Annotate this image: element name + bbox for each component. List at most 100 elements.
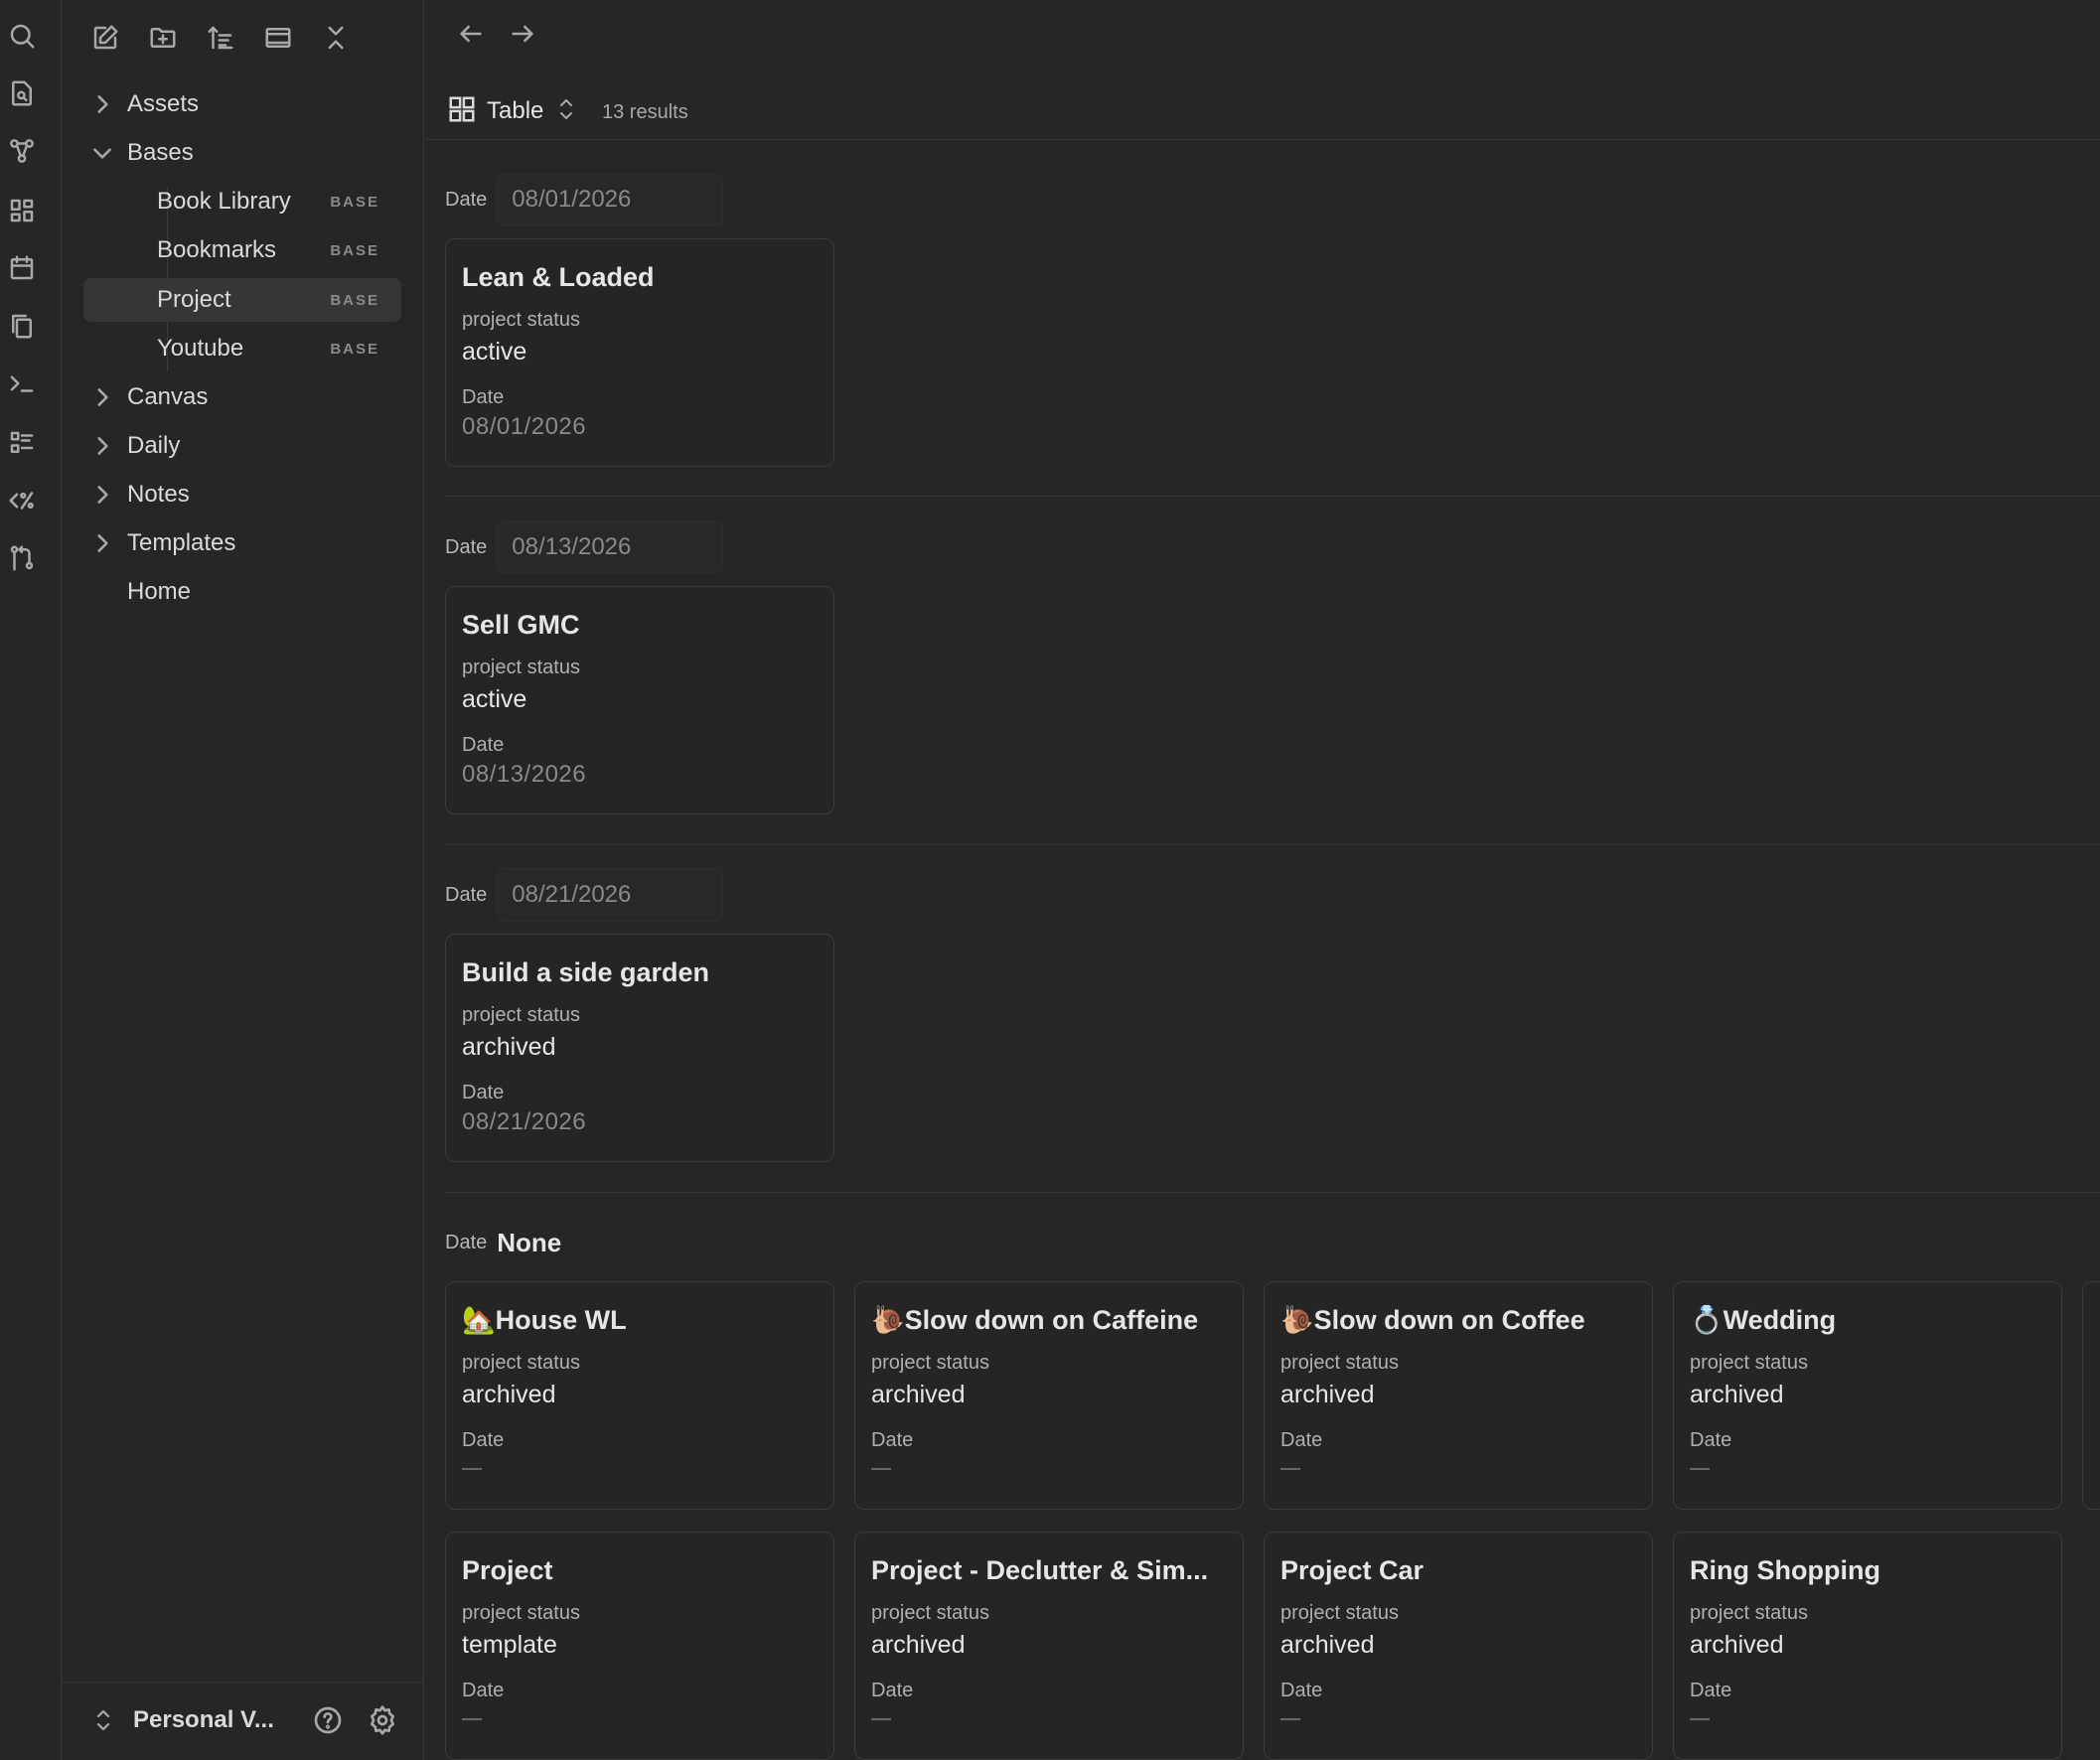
- templater-icon[interactable]: [4, 483, 40, 518]
- group-key: Date: [445, 1231, 488, 1253]
- empty-date-dash: [462, 1718, 482, 1720]
- status-value: template: [462, 1631, 557, 1659]
- search-icon[interactable]: [4, 18, 40, 54]
- prop-label: project status: [1690, 1602, 1808, 1624]
- folder-canvas[interactable]: Canvas: [81, 375, 401, 419]
- empty-date-dash: [871, 1718, 891, 1720]
- card-project-declutter[interactable]: Project - Declutter & Sim... project sta…: [854, 1532, 1244, 1760]
- folder-assets[interactable]: Assets: [81, 82, 401, 126]
- card-title: 🐌Slow down on Caffeine: [871, 1305, 1199, 1335]
- card-house-wl[interactable]: 🏡House WL project status archived Date: [445, 1281, 834, 1510]
- vault-switcher[interactable]: Personal V...: [133, 1706, 274, 1734]
- date-value: 08/21/2026: [462, 1108, 587, 1135]
- empty-date-dash: [1690, 1468, 1710, 1470]
- calendar-icon[interactable]: [4, 250, 40, 286]
- folder-label: Templates: [127, 529, 236, 556]
- folder-label: Assets: [127, 90, 200, 117]
- status-value: archived: [1690, 1631, 1784, 1659]
- card-project[interactable]: Project project status template Date: [445, 1532, 834, 1760]
- status-value: active: [462, 685, 527, 713]
- folder-label: Notes: [127, 481, 190, 508]
- settings-gear-icon[interactable]: [367, 1704, 400, 1738]
- card-build-side-garden[interactable]: Build a side garden project status archi…: [445, 934, 834, 1162]
- status-value: archived: [1280, 1631, 1375, 1659]
- base-badge: BASE: [330, 340, 379, 358]
- base-badge: BASE: [330, 291, 379, 309]
- group-key: Date: [445, 188, 488, 211]
- group-header: Date 08/01/2026: [445, 173, 724, 226]
- file-youtube[interactable]: Youtube BASE: [83, 327, 401, 370]
- card-title: Ring Shopping: [1690, 1555, 1880, 1585]
- ribbon: [0, 0, 62, 1760]
- chevron-down-icon: [89, 140, 115, 166]
- prop-label: project status: [1690, 1352, 1808, 1374]
- empty-date-dash: [871, 1468, 891, 1470]
- sort-icon[interactable]: [199, 16, 242, 60]
- new-folder-icon[interactable]: [141, 16, 185, 60]
- chevron-updown-icon[interactable]: [91, 1706, 115, 1739]
- date-value: 08/13/2026: [462, 761, 587, 788]
- prop-label: project status: [1280, 1352, 1399, 1374]
- folder-templates[interactable]: Templates: [81, 521, 401, 565]
- back-arrow-icon[interactable]: [451, 14, 491, 54]
- status-value: archived: [462, 1381, 556, 1408]
- folder-label: Daily: [127, 432, 181, 459]
- card-lean-loaded[interactable]: Lean & Loaded project status active Date…: [445, 238, 834, 467]
- card-partial-offscreen[interactable]: [2082, 1281, 2100, 1510]
- base-badge: BASE: [330, 241, 379, 259]
- card-title: 💍Wedding: [1690, 1305, 1837, 1335]
- file-label: Book Library: [157, 188, 291, 215]
- file-explorer-sidebar: Assets Bases Book Library BASE Bookmarks…: [62, 0, 424, 1760]
- list-icon[interactable]: [4, 425, 40, 461]
- help-icon[interactable]: [312, 1704, 346, 1738]
- forward-arrow-icon[interactable]: [503, 14, 542, 54]
- base-view-toolbar: Table 13 results: [425, 83, 2100, 140]
- card-project-car[interactable]: Project Car project status archived Date: [1264, 1532, 1653, 1760]
- file-project[interactable]: Project BASE: [83, 278, 401, 322]
- chevron-right-icon: [89, 530, 115, 556]
- empty-date-dash: [462, 1468, 482, 1470]
- group-divider: [445, 496, 2100, 497]
- view-switcher-button[interactable]: Table: [447, 89, 577, 133]
- prop-label: Date: [462, 1429, 505, 1451]
- card-ring-shopping[interactable]: Ring Shopping project status archived Da…: [1673, 1532, 2062, 1760]
- empty-date-dash: [1280, 1718, 1300, 1720]
- view-name: Table: [487, 97, 544, 124]
- date-value: 08/01/2026: [462, 413, 587, 440]
- file-label: Youtube: [157, 335, 244, 362]
- grid-icon[interactable]: [4, 193, 40, 228]
- folder-bases[interactable]: Bases: [81, 131, 401, 175]
- file-book-library[interactable]: Book Library BASE: [83, 180, 401, 223]
- card-title: Project: [462, 1555, 553, 1585]
- results-count: 13 results: [602, 101, 688, 123]
- prop-label: project status: [462, 1602, 580, 1624]
- collapse-all-icon[interactable]: [314, 16, 358, 60]
- file-label: Project: [157, 286, 231, 313]
- file-search-icon[interactable]: [4, 75, 40, 111]
- prop-label: Date: [1690, 1429, 1732, 1451]
- prop-label: Date: [1280, 1680, 1323, 1701]
- git-icon[interactable]: [4, 540, 40, 576]
- status-value: archived: [462, 1033, 556, 1061]
- card-sell-gmc[interactable]: Sell GMC project status active Date 08/1…: [445, 586, 834, 814]
- prop-label: Date: [1280, 1429, 1323, 1451]
- copy-icon[interactable]: [4, 308, 40, 344]
- card-slow-down-caffeine[interactable]: 🐌Slow down on Caffeine project status ar…: [854, 1281, 1244, 1510]
- file-bookmarks[interactable]: Bookmarks BASE: [83, 228, 401, 272]
- card-slow-down-coffee[interactable]: 🐌Slow down on Coffee project status arch…: [1264, 1281, 1653, 1510]
- explorer-toolbar: [62, 16, 423, 60]
- graph-view-icon[interactable]: [4, 133, 40, 169]
- folder-label: Canvas: [127, 383, 209, 410]
- layout-icon[interactable]: [256, 16, 300, 60]
- file-label: Home: [127, 578, 192, 605]
- card-title: 🐌Slow down on Coffee: [1280, 1305, 1585, 1335]
- group-divider: [445, 844, 2100, 845]
- folder-daily[interactable]: Daily: [81, 424, 401, 468]
- group-divider: [445, 1192, 2100, 1193]
- new-note-icon[interactable]: [83, 16, 127, 60]
- terminal-icon[interactable]: [4, 366, 40, 401]
- card-wedding[interactable]: 💍Wedding project status archived Date: [1673, 1281, 2062, 1510]
- folder-notes[interactable]: Notes: [81, 473, 401, 516]
- chevron-right-icon: [89, 482, 115, 508]
- file-home[interactable]: Home: [81, 570, 401, 614]
